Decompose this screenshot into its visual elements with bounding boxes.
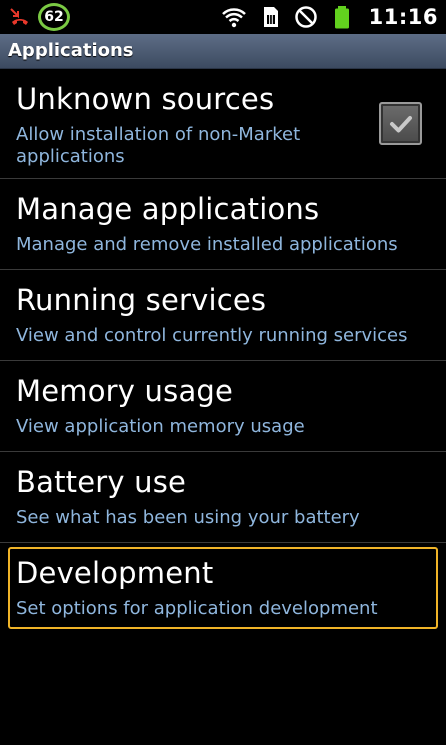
clock: 11:16 — [368, 5, 438, 29]
setting-memory-usage[interactable]: Memory usage View application memory usa… — [0, 361, 446, 452]
setting-summary: View application memory usage — [16, 416, 305, 437]
settings-list: Unknown sources Allow installation of no… — [0, 69, 446, 629]
sim-icon — [263, 7, 278, 27]
setting-development[interactable]: Development Set options for application … — [0, 543, 446, 629]
setting-manage-applications[interactable]: Manage applications Manage and remove in… — [0, 179, 446, 270]
setting-title: Memory usage — [16, 374, 234, 408]
setting-title: Unknown sources — [16, 82, 275, 116]
missed-call-icon — [10, 8, 28, 25]
title-bar: Applications — [0, 34, 446, 69]
signal-strength-badge: 62 — [38, 3, 70, 31]
setting-title: Battery use — [16, 465, 187, 499]
no-entry-icon — [294, 6, 317, 28]
setting-title: Running services — [16, 283, 267, 317]
setting-title: Manage applications — [16, 192, 320, 226]
setting-summary: Manage and remove installed applications — [16, 234, 398, 255]
status-bar: 62 11:16 — [0, 0, 446, 34]
setting-running-services[interactable]: Running services View and control curren… — [0, 270, 446, 361]
setting-summary: See what has been using your battery — [16, 507, 360, 528]
setting-unknown-sources[interactable]: Unknown sources Allow installation of no… — [0, 69, 446, 179]
wifi-icon — [221, 8, 246, 28]
checkmark-icon — [389, 115, 412, 132]
unknown-sources-checkbox[interactable] — [379, 102, 422, 145]
setting-summary: Set options for application development — [16, 598, 378, 619]
setting-battery-use[interactable]: Battery use See what has been using your… — [0, 452, 446, 543]
page-title: Applications — [8, 40, 134, 61]
battery-icon — [334, 6, 349, 29]
setting-summary: View and control currently running servi… — [16, 325, 408, 346]
setting-title: Development — [16, 556, 214, 590]
setting-summary: Allow installation of non-Market applica… — [16, 124, 301, 167]
